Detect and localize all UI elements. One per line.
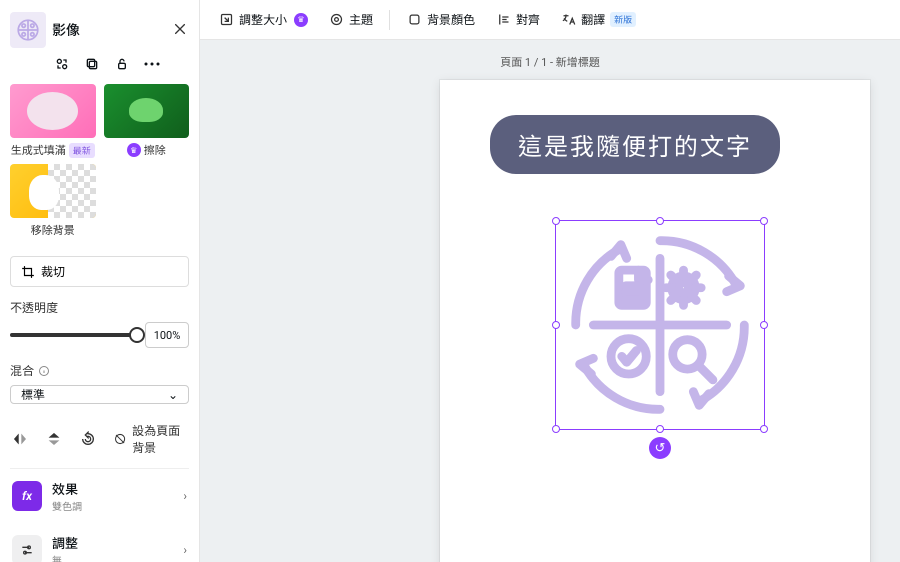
crop-button[interactable]: 裁切 (10, 256, 189, 287)
close-icon[interactable] (173, 22, 189, 38)
page-indicator: 頁面 1 / 1 - 新增標題 (200, 54, 900, 70)
bgcolor-button[interactable]: 背景顏色 (398, 6, 483, 33)
theme-icon (328, 12, 344, 28)
resize-handle[interactable] (552, 217, 560, 225)
info-icon[interactable] (38, 365, 50, 377)
translate-icon (560, 12, 576, 28)
remove-bg-thumb[interactable]: 移除背景 (10, 164, 96, 238)
sidebar-title: 影像 (52, 20, 167, 40)
resize-handle[interactable] (552, 321, 560, 329)
set-as-bg-button[interactable]: 設為頁面背景 (114, 422, 187, 456)
opacity-slider[interactable]: 100% (10, 322, 189, 348)
premium-icon: ♛ (294, 13, 308, 27)
flip-vertical-icon[interactable] (46, 430, 62, 448)
toolbar-divider (389, 10, 390, 30)
opacity-value[interactable]: 100% (145, 322, 189, 348)
crop-icon (21, 265, 35, 279)
resize-handle[interactable] (656, 425, 664, 433)
tool-more-icon[interactable] (144, 56, 160, 72)
ai-tools-row: 生成式填滿最新 ♛擦除 (10, 84, 189, 158)
main-area: 調整大小 ♛ 主題 背景顏色 對齊 翻譯 新版 頁面 1 / 1 - 新增標題 … (200, 0, 900, 562)
adjust-item[interactable]: 調整無 › (10, 523, 189, 562)
top-toolbar: 調整大小 ♛ 主題 背景顏色 對齊 翻譯 新版 (200, 0, 900, 40)
chevron-right-icon: › (183, 489, 187, 503)
canvas-page[interactable]: 這是我隨便打的文字 (440, 80, 870, 562)
blend-select[interactable]: 標準 ⌄ (10, 385, 189, 404)
align-icon (495, 12, 511, 28)
ai-tools-row-2: 移除背景 (10, 164, 189, 238)
sidebar: 影像 生成式填滿最新 ♛擦除 移除背景 裁切 不透明度 100% (0, 0, 200, 562)
flip-horizontal-icon[interactable] (12, 430, 28, 448)
theme-button[interactable]: 主題 (320, 6, 381, 33)
sidebar-item-thumb (10, 12, 46, 48)
effects-item[interactable]: fx 效果雙色調 › (10, 468, 189, 523)
new-badge: 最新 (69, 143, 95, 158)
sidebar-quick-tools (10, 56, 189, 84)
selected-image[interactable] (562, 227, 758, 423)
slider-track[interactable] (10, 333, 137, 337)
bgcolor-icon (406, 12, 422, 28)
text-element[interactable]: 這是我隨便打的文字 (490, 115, 780, 174)
premium-icon: ♛ (127, 143, 141, 157)
tool-lock-icon[interactable] (114, 56, 130, 72)
transform-row: 設為頁面背景 (10, 418, 189, 468)
resize-handle[interactable] (552, 425, 560, 433)
blend-label: 混合 (10, 362, 189, 379)
resize-handle[interactable] (656, 217, 664, 225)
selection-box[interactable]: ↺ (555, 220, 765, 430)
slider-thumb[interactable] (129, 327, 145, 343)
new-badge: 新版 (610, 12, 636, 27)
background-icon (114, 431, 126, 447)
resize-handle[interactable] (760, 321, 768, 329)
sidebar-header: 影像 (10, 8, 189, 56)
tool-copy-icon[interactable] (84, 56, 100, 72)
gen-fill-thumb[interactable]: 生成式填滿最新 (10, 84, 96, 158)
align-button[interactable]: 對齊 (487, 6, 548, 33)
translate-button[interactable]: 翻譯 新版 (552, 6, 644, 33)
resize-icon (218, 12, 234, 28)
rotate-handle[interactable]: ↺ (649, 437, 671, 459)
canvas-area[interactable]: 頁面 1 / 1 - 新增標題 這是我隨便打的文字 (200, 40, 900, 562)
rotate-icon[interactable] (80, 430, 96, 448)
resize-button[interactable]: 調整大小 ♛ (210, 6, 316, 33)
chevron-right-icon: › (183, 543, 187, 557)
resize-handle[interactable] (760, 425, 768, 433)
resize-handle[interactable] (760, 217, 768, 225)
erase-thumb[interactable]: ♛擦除 (104, 84, 190, 158)
opacity-label: 不透明度 (10, 299, 189, 316)
adjust-icon (12, 535, 42, 562)
chevron-down-icon: ⌄ (168, 388, 178, 402)
fx-icon: fx (12, 481, 42, 511)
tool-swap-icon[interactable] (54, 56, 70, 72)
